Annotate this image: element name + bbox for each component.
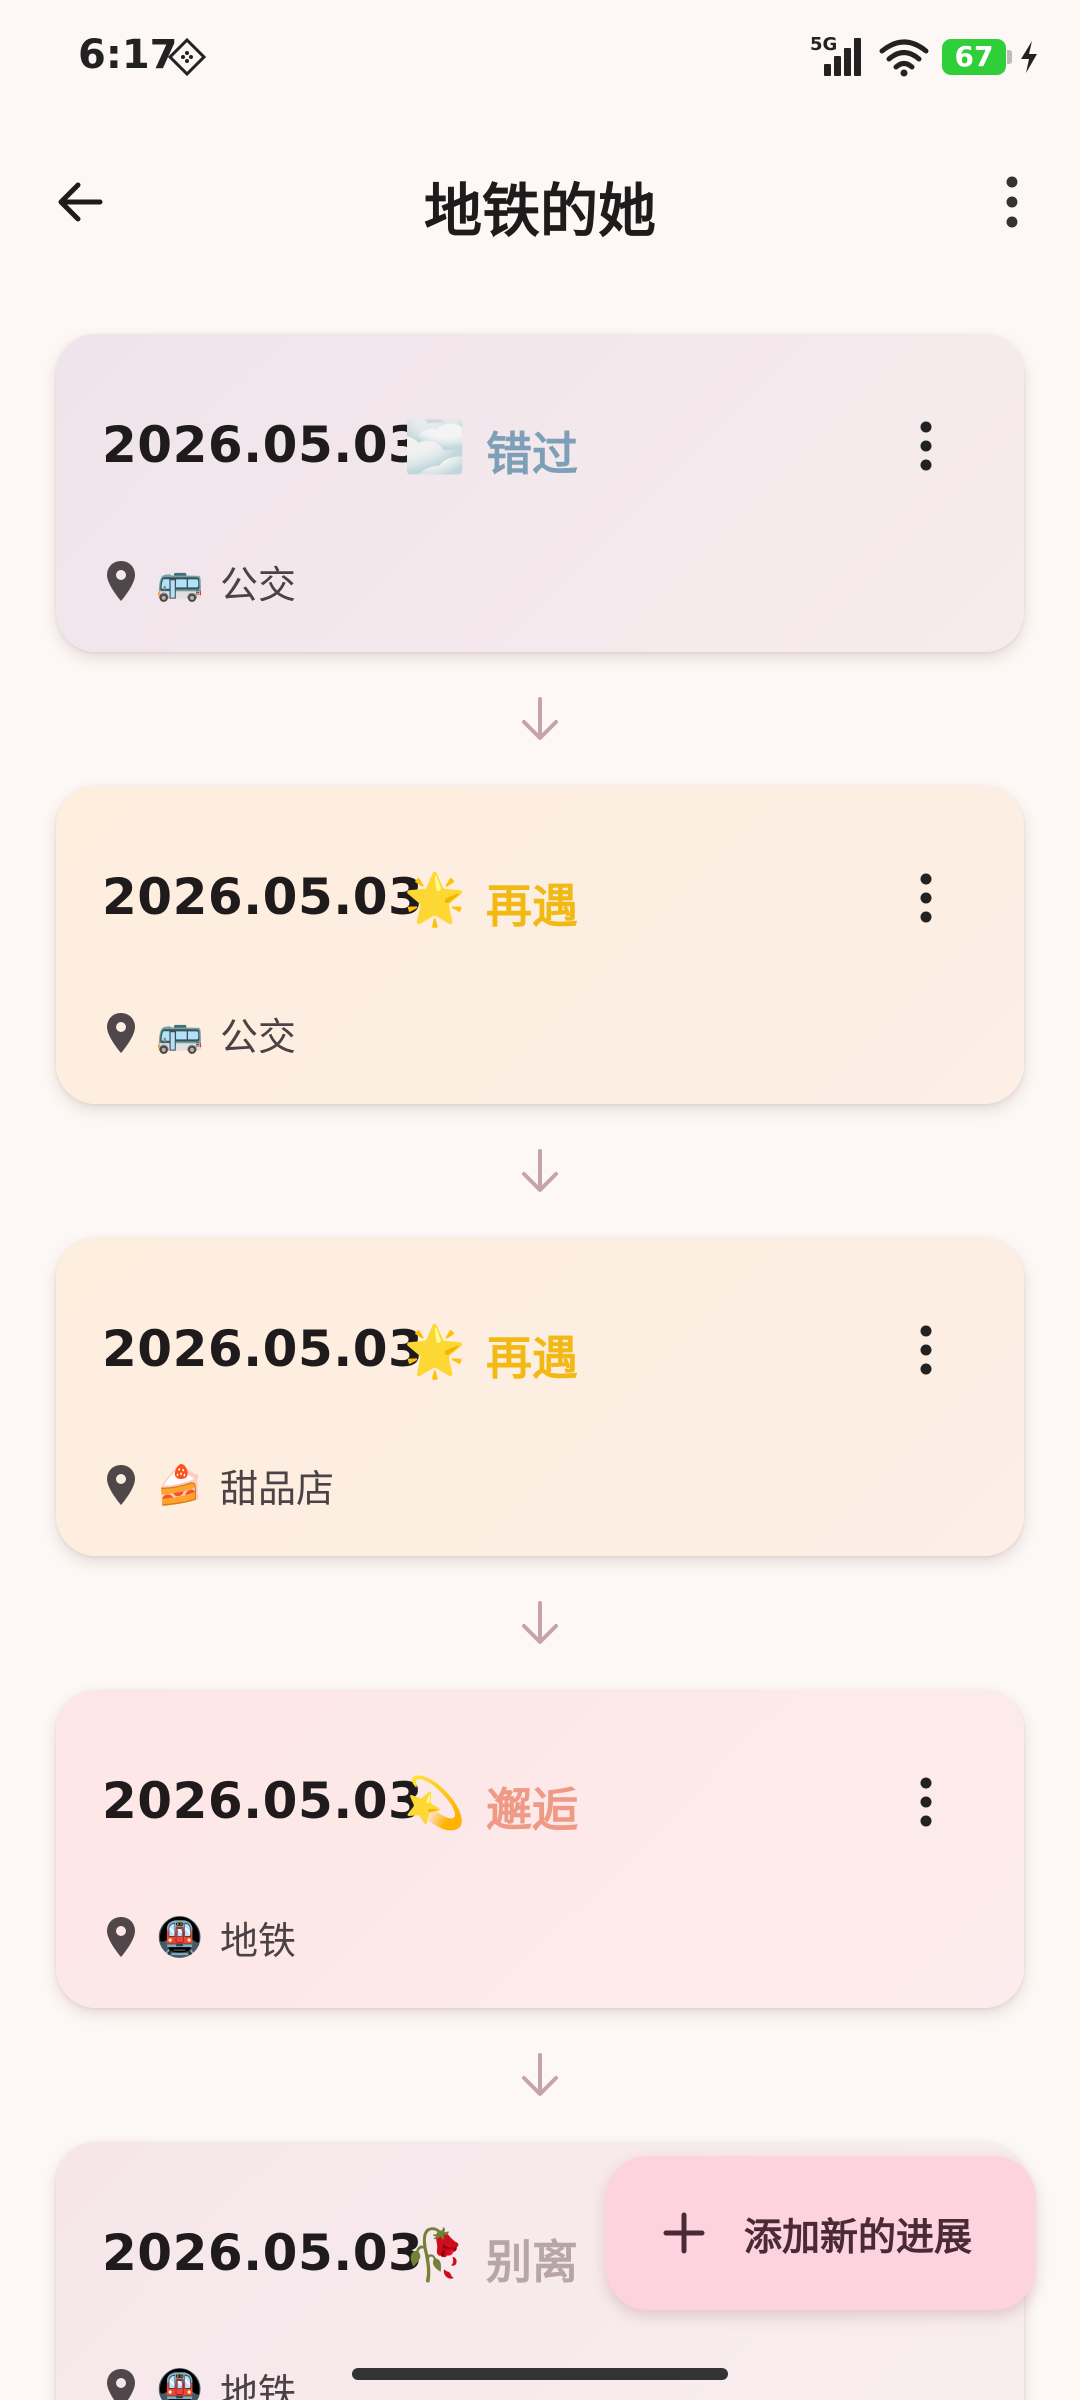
- entry-location: 🍰 甜品店: [104, 1460, 335, 1511]
- star-icon: 🌟: [403, 869, 467, 928]
- status-icons: 5G 67: [810, 32, 1040, 82]
- more-vert-icon: [920, 1777, 932, 1827]
- location-label: 地铁: [220, 2370, 297, 2400]
- arrow-down-icon: [522, 1601, 558, 1644]
- timeline-arrow: [56, 1556, 1024, 1690]
- location-pin-icon: [107, 561, 135, 601]
- card-more-button[interactable]: [906, 1318, 946, 1382]
- plus-icon: [663, 2212, 705, 2254]
- notification-icon: [168, 38, 206, 76]
- entry-location: 🚇 地铁: [104, 2364, 296, 2400]
- card-more-button[interactable]: [906, 1770, 946, 1834]
- card-more-button[interactable]: [906, 414, 946, 478]
- more-options-button[interactable]: [976, 166, 1048, 238]
- cake-icon: 🍰: [156, 1462, 204, 1507]
- entry-date: 2026.05.03: [102, 416, 424, 474]
- location-pin-icon: [107, 1013, 135, 1053]
- entry-location: 🚌 公交: [104, 1008, 297, 1059]
- entry-date: 2026.05.03: [102, 1772, 424, 1830]
- timeline-arrow: [56, 652, 1024, 786]
- entry-date: 2026.05.03: [102, 1320, 424, 1378]
- entry-status: 别离: [486, 2235, 578, 2289]
- entry-status: 再遇: [486, 879, 578, 933]
- entry-date: 2026.05.03: [102, 868, 424, 926]
- add-progress-label: 添加新的进展: [744, 2214, 973, 2259]
- timeline-card[interactable]: 2026.05.03 🌟 再遇 🚌 公交: [56, 786, 1024, 1104]
- status-bar: 6:17 5G 67: [0, 0, 1080, 120]
- arrow-down-icon: [522, 697, 558, 740]
- timeline-arrow: [56, 2008, 1024, 2142]
- wifi-icon: [879, 39, 929, 77]
- timeline-list: 2026.05.03 🌫️ 错过 🚌 公交 2026.05.03 🌟 再遇 🚌 …: [56, 334, 1024, 2400]
- entry-location: 🚇 地铁: [104, 1912, 297, 1963]
- wilted-rose-icon: 🥀: [403, 2225, 467, 2284]
- entry-location: 🚌 公交: [104, 556, 297, 607]
- timeline-card[interactable]: 2026.05.03 🌫️ 错过 🚌 公交: [56, 334, 1024, 652]
- star-icon: 🌟: [403, 1321, 467, 1380]
- bus-icon: 🚌: [156, 1010, 204, 1055]
- fog-icon: 🌫️: [403, 417, 467, 476]
- status-time: 6:17: [78, 32, 178, 78]
- entry-status: 错过: [486, 427, 578, 481]
- metro-icon: 🚇: [156, 1914, 204, 1959]
- location-label: 甜品店: [220, 1466, 335, 1511]
- battery-icon: 67: [942, 39, 1012, 75]
- top-app-bar: 地铁的她: [0, 140, 1080, 260]
- battery-level: 67: [954, 40, 994, 73]
- charging-icon: [1021, 41, 1037, 73]
- more-vert-icon: [920, 1325, 932, 1375]
- location-label: 公交: [220, 562, 297, 607]
- arrow-down-icon: [522, 1149, 558, 1192]
- arrow-down-icon: [522, 2053, 558, 2096]
- page-title: 地铁的她: [423, 177, 656, 245]
- bus-icon: 🚌: [156, 558, 204, 603]
- more-vert-icon: [920, 873, 932, 923]
- dizzy-star-icon: 💫: [403, 1773, 467, 1832]
- location-label: 公交: [220, 1014, 297, 1059]
- location-label: 地铁: [220, 1918, 297, 1963]
- signal-icon: 5G: [810, 34, 866, 80]
- location-pin-icon: [107, 1465, 135, 1505]
- entry-status: 邂逅: [486, 1783, 578, 1837]
- entry-status: 再遇: [486, 1331, 578, 1385]
- add-progress-button[interactable]: 添加新的进展: [606, 2156, 1036, 2310]
- entry-date: 2026.05.03: [102, 2224, 424, 2282]
- card-more-button[interactable]: [906, 866, 946, 930]
- location-pin-icon: [107, 1917, 135, 1957]
- timeline-card[interactable]: 2026.05.03 🌟 再遇 🍰 甜品店: [56, 1238, 1024, 1556]
- metro-icon: 🚇: [156, 2366, 204, 2400]
- timeline-arrow: [56, 1104, 1024, 1238]
- location-pin-icon: [107, 2369, 135, 2400]
- more-vert-icon: [1006, 176, 1018, 228]
- gesture-navigation-bar[interactable]: [352, 2368, 728, 2380]
- more-vert-icon: [920, 421, 932, 471]
- timeline-card[interactable]: 2026.05.03 💫 邂逅 🚇 地铁: [56, 1690, 1024, 2008]
